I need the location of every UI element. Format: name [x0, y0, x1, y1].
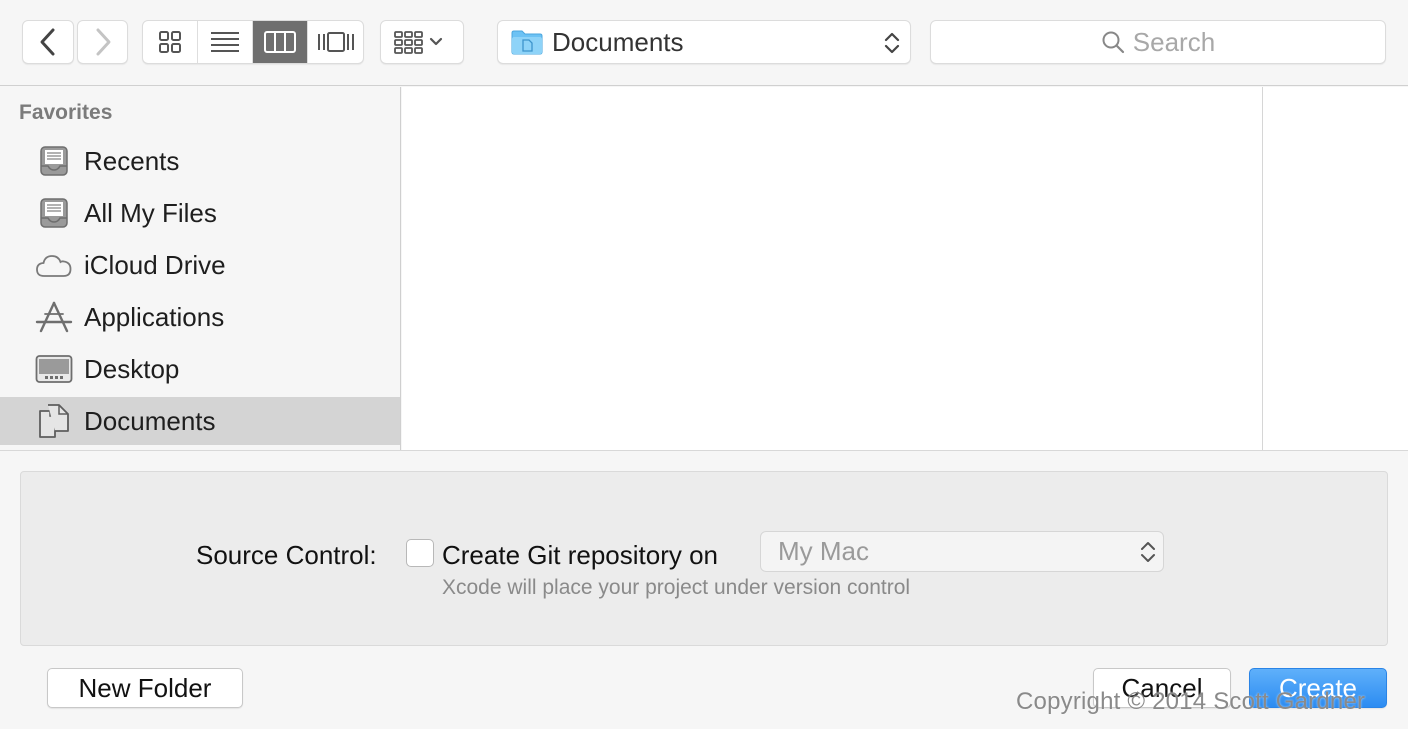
- sidebar-item-label: Applications: [84, 301, 225, 332]
- sidebar-item-icloud-drive[interactable]: iCloud Drive: [0, 241, 400, 289]
- arrange-grid-icon: [394, 31, 443, 54]
- sidebar-item-applications[interactable]: Applications: [0, 293, 400, 341]
- updown-arrows-icon: [884, 32, 900, 54]
- folder-icon: [511, 30, 543, 55]
- all-my-files-icon: [35, 194, 73, 232]
- list-view-button[interactable]: [198, 21, 253, 63]
- create-git-repo-checkbox[interactable]: [406, 539, 434, 567]
- updown-arrows-icon: [1141, 542, 1155, 562]
- column-view-button[interactable]: [253, 21, 308, 63]
- sidebar-item-recents[interactable]: Recents: [0, 137, 400, 185]
- sidebar-item-label: iCloud Drive: [84, 249, 226, 280]
- column-divider[interactable]: [1262, 87, 1263, 450]
- sidebar-item-desktop[interactable]: Desktop: [0, 345, 400, 393]
- recents-icon: [35, 142, 73, 180]
- sidebar: Favorites Recents All My Files iCloud Dr…: [0, 87, 401, 450]
- cover-flow-view-button[interactable]: [308, 21, 363, 63]
- chevron-left-icon: [40, 28, 55, 56]
- cloud-icon: [35, 246, 73, 284]
- file-browser[interactable]: [402, 87, 1408, 450]
- location-label: Documents: [552, 26, 684, 57]
- sidebar-item-label: Documents: [84, 405, 216, 436]
- sidebar-item-label: Recents: [84, 145, 180, 176]
- source-control-label: Source Control:: [196, 540, 377, 570]
- location-popup[interactable]: Documents: [497, 20, 911, 64]
- chevron-down-icon: [429, 37, 443, 46]
- cover-flow-view-icon: [317, 32, 354, 52]
- view-mode-control: [142, 20, 364, 64]
- search-placeholder: Search: [1132, 26, 1216, 57]
- icon-view-button[interactable]: [143, 21, 198, 63]
- repository-location-value: My Mac: [778, 536, 869, 566]
- arrange-button[interactable]: [380, 20, 464, 64]
- repository-location-popup[interactable]: My Mac: [760, 531, 1164, 572]
- icon-view-icon: [159, 31, 181, 53]
- forward-button[interactable]: [77, 20, 128, 64]
- applications-icon: [35, 298, 73, 336]
- list-view-icon: [211, 32, 239, 52]
- sidebar-item-label: Desktop: [84, 353, 180, 384]
- documents-icon: [35, 402, 73, 440]
- options-panel: Source Control: Create Git repository on…: [20, 471, 1388, 646]
- sidebar-item-all-my-files[interactable]: All My Files: [0, 189, 400, 237]
- create-git-repo-label[interactable]: Create Git repository on: [442, 540, 718, 571]
- search-field[interactable]: Search: [930, 20, 1386, 64]
- copyright-watermark: Copyright © 2014 Scott Gardner: [1016, 688, 1366, 715]
- sidebar-item-documents[interactable]: Documents: [0, 397, 400, 445]
- desktop-icon: [35, 350, 73, 388]
- sidebar-heading-favorites: Favorites: [19, 101, 113, 124]
- search-icon: [1102, 31, 1124, 54]
- source-control-hint: Xcode will place your project under vers…: [442, 576, 911, 599]
- new-folder-button[interactable]: New Folder: [47, 668, 243, 708]
- back-button[interactable]: [22, 20, 74, 64]
- toolbar: Documents Search: [0, 0, 1408, 86]
- browser-divider: [0, 450, 1408, 451]
- chevron-right-icon: [96, 28, 110, 56]
- column-view-icon: [264, 31, 296, 53]
- sidebar-item-label: All My Files: [84, 197, 217, 228]
